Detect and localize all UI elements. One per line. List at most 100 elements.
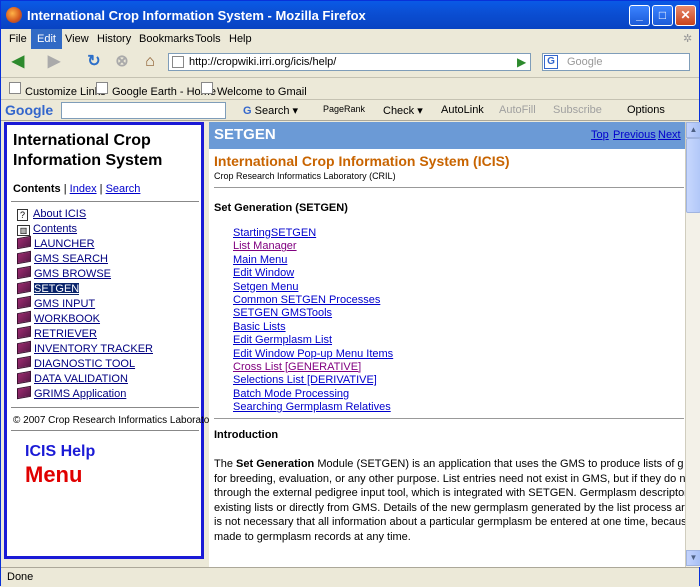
firefox-icon xyxy=(6,7,22,23)
page-icon xyxy=(172,56,184,68)
search-input[interactable]: G Google xyxy=(542,53,690,71)
tab-search[interactable]: Search xyxy=(106,183,141,195)
copyright-text: © 2007 Crop Research Informatics Laborat… xyxy=(13,415,218,426)
sidebar-item-gms-input[interactable]: GMS INPUT xyxy=(17,295,153,312)
sidebar-item-gms-search[interactable]: GMS SEARCH xyxy=(17,250,153,267)
book-icon xyxy=(17,295,31,310)
divider xyxy=(11,407,199,408)
window-title: International Crop Information System - … xyxy=(27,8,366,23)
help-page-icon: ? xyxy=(17,209,28,221)
book-icon xyxy=(17,265,31,280)
bookmark-customize-links[interactable]: Customize Links xyxy=(9,82,106,98)
home-icon[interactable]: ⌂ xyxy=(139,51,161,73)
url-text: http://cropwiki.irri.org/icis/help/ xyxy=(189,56,337,68)
menu-bar: File Edit View History Bookmarks Tools H… xyxy=(1,29,699,49)
divider xyxy=(11,201,199,202)
page-icon xyxy=(96,82,108,94)
list-item[interactable]: Basic Lists xyxy=(233,321,393,334)
autofill-button[interactable]: AutoFill xyxy=(499,104,536,116)
google-logo: Google xyxy=(5,102,54,118)
next-link[interactable]: Next xyxy=(658,129,681,141)
list-item[interactable]: Edit Germplasm List xyxy=(233,334,393,347)
status-text: Done xyxy=(7,571,34,583)
minimize-button[interactable]: _ xyxy=(629,5,650,26)
spell-check-button[interactable]: Check ▾ xyxy=(383,104,423,117)
sidebar-item-about-icis[interactable]: ? About ICIS xyxy=(17,207,153,222)
list-item[interactable]: Searching Germplasm Relatives xyxy=(233,401,393,414)
top-link[interactable]: Top xyxy=(591,129,609,141)
book-icon xyxy=(17,325,31,340)
bookmark-gmail[interactable]: Welcome to Gmail xyxy=(201,82,307,98)
tab-index[interactable]: Index xyxy=(70,183,97,195)
book-icon xyxy=(17,235,31,250)
divider xyxy=(214,187,684,188)
list-item[interactable]: Batch Mode Processing xyxy=(233,388,393,401)
list-item[interactable]: Edit Window Pop-up Menu Items xyxy=(233,348,393,361)
options-button[interactable]: Options xyxy=(627,104,665,116)
help-content: SETGEN Top Previous Next International C… xyxy=(209,122,685,567)
sidebar-item-launcher[interactable]: LAUNCHER xyxy=(17,235,153,252)
sidebar-item-gms-browse[interactable]: GMS BROWSE xyxy=(17,265,153,282)
throbber-icon: ✲ xyxy=(683,33,693,45)
list-item[interactable]: Common SETGEN Processes xyxy=(233,294,393,307)
book-icon xyxy=(17,310,31,325)
menu-tools[interactable]: Tools xyxy=(189,29,227,49)
google-icon xyxy=(201,82,213,94)
help-label: ICIS Help xyxy=(25,443,96,460)
url-bar[interactable]: http://cropwiki.irri.org/icis/help/ xyxy=(168,53,531,71)
menu-help[interactable]: Help xyxy=(223,29,258,49)
go-arrow-icon[interactable]: ▶ xyxy=(517,55,526,69)
subscribe-button[interactable]: Subscribe xyxy=(553,104,602,116)
sidebar-item-contents[interactable]: ▥ Contents xyxy=(17,222,153,237)
sidebar-item-grims-application[interactable]: GRIMS Application xyxy=(17,385,153,402)
list-item[interactable]: Selections List [DERIVATIVE] xyxy=(233,374,393,387)
sidebar-item-workbook[interactable]: WORKBOOK xyxy=(17,310,153,327)
title-bar: International Crop Information System - … xyxy=(1,1,699,29)
menu-view[interactable]: View xyxy=(59,29,95,49)
scroll-up-icon[interactable]: ▲ xyxy=(686,122,700,138)
system-title: International Crop Information System (I… xyxy=(214,153,510,169)
sidebar-item-setgen[interactable]: SETGEN xyxy=(17,280,153,297)
google-search-button[interactable]: G Search ▾ xyxy=(243,104,298,117)
vertical-scrollbar[interactable]: ▲ ▼ xyxy=(685,122,700,567)
maximize-button[interactable]: □ xyxy=(652,5,673,26)
list-item[interactable]: Edit Window xyxy=(233,267,393,280)
list-item[interactable]: List Manager xyxy=(233,240,393,253)
autolink-button[interactable]: AutoLink xyxy=(441,104,484,116)
back-arrow-icon[interactable]: ◀ xyxy=(7,51,29,73)
browser-window: International Crop Information System - … xyxy=(0,0,700,587)
page-icon xyxy=(9,82,21,94)
google-search-engine-icon: G xyxy=(544,55,558,69)
stop-icon[interactable]: ⊗ xyxy=(111,51,133,73)
list-item[interactable]: SETGEN GMSTools xyxy=(233,307,393,320)
tab-contents[interactable]: Contents xyxy=(13,183,61,195)
list-item[interactable]: Main Menu xyxy=(233,254,393,267)
forward-arrow-icon[interactable]: ▶ xyxy=(43,51,65,73)
book-icon xyxy=(17,355,31,370)
menu-edit[interactable]: Edit xyxy=(31,29,62,49)
section-heading: Set Generation (SETGEN) xyxy=(214,202,348,214)
sidebar-title: International Crop Information System xyxy=(13,132,163,169)
google-toolbar-search-input[interactable] xyxy=(61,102,226,119)
list-item[interactable]: Setgen Menu xyxy=(233,281,393,294)
help-sidebar: International Crop Information System Co… xyxy=(4,122,218,559)
content-header: SETGEN Top Previous Next xyxy=(209,122,685,149)
sidebar-item-diagnostic-tool[interactable]: DIAGNOSTIC TOOL xyxy=(17,355,153,372)
sidebar-item-retriever[interactable]: RETRIEVER xyxy=(17,325,153,342)
close-button[interactable]: ✕ xyxy=(675,5,696,26)
page-title: SETGEN xyxy=(214,126,276,143)
previous-link[interactable]: Previous xyxy=(613,129,656,141)
list-item[interactable]: Cross List [GENERATIVE] xyxy=(233,361,393,374)
sidebar-item-inventory-tracker[interactable]: INVENTORY TRACKER xyxy=(17,340,153,357)
bookmarks-toolbar: Customize Links Google Earth - Home Welc… xyxy=(1,77,699,99)
list-item[interactable]: StartingSETGEN xyxy=(233,227,393,240)
menu-label: Menu xyxy=(25,462,83,487)
lab-subtitle: Crop Research Informatics Laboratory (CR… xyxy=(214,171,396,181)
menu-history[interactable]: History xyxy=(91,29,137,49)
menu-file[interactable]: File xyxy=(3,29,33,49)
scroll-down-icon[interactable]: ▼ xyxy=(686,550,700,566)
scrollbar-thumb[interactable] xyxy=(686,138,700,213)
reload-icon[interactable]: ↻ xyxy=(83,51,105,73)
bookmark-google-earth[interactable]: Google Earth - Home xyxy=(96,82,216,98)
sidebar-item-data-validation[interactable]: DATA VALIDATION xyxy=(17,370,153,387)
